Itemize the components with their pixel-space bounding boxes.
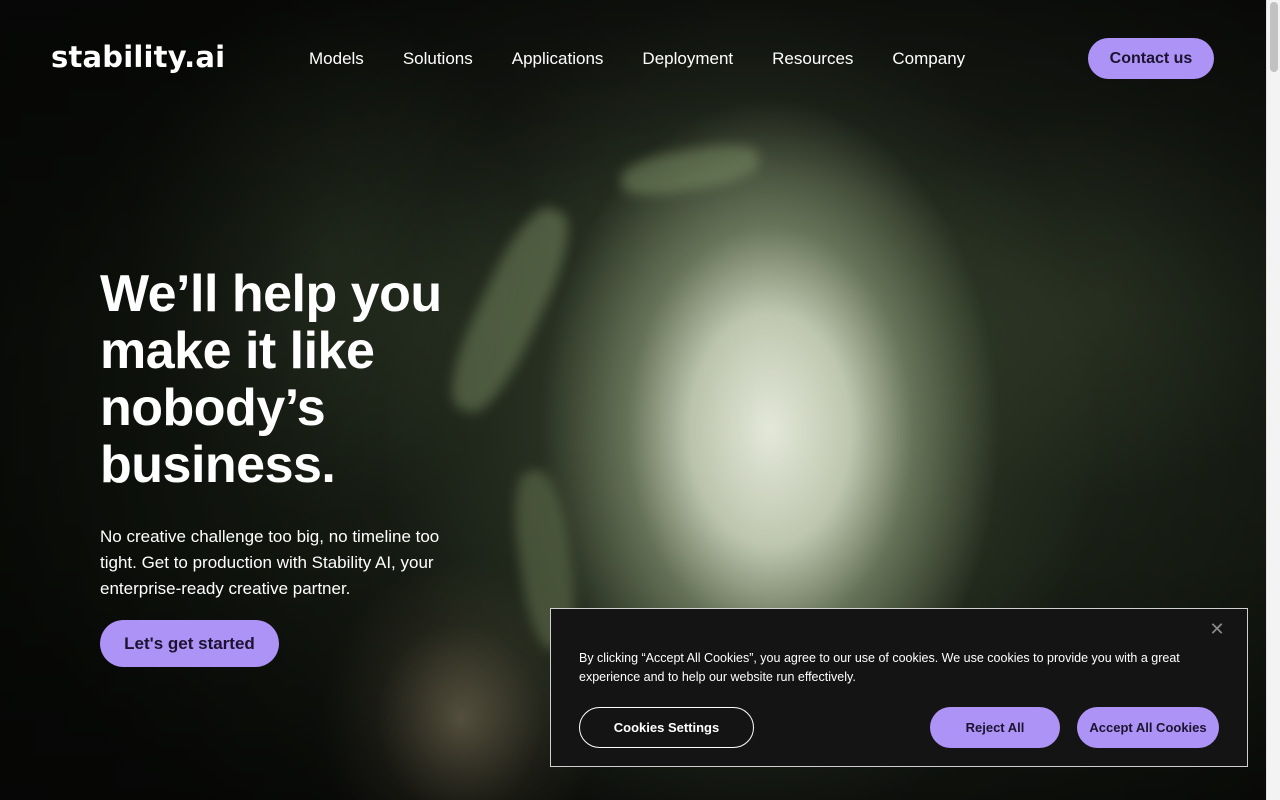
cookies-settings-button[interactable]: Cookies Settings [579, 707, 754, 748]
main-nav: Models Solutions Applications Deployment… [309, 48, 1004, 70]
nav-item-deployment[interactable]: Deployment [642, 48, 733, 70]
cookie-banner: ✕ By clicking “Accept All Cookies”, you … [550, 608, 1248, 767]
nav-item-models[interactable]: Models [309, 48, 364, 70]
accept-all-cookies-button[interactable]: Accept All Cookies [1077, 707, 1219, 748]
close-icon[interactable]: ✕ [1209, 620, 1225, 638]
cookie-banner-text: By clicking “Accept All Cookies”, you ag… [579, 651, 1180, 684]
page: stability.ai Models Solutions Applicatio… [0, 0, 1280, 800]
reject-all-button[interactable]: Reject All [930, 707, 1060, 748]
nav-item-resources[interactable]: Resources [772, 48, 853, 70]
scrollbar-thumb[interactable] [1270, 2, 1278, 72]
nav-item-solutions[interactable]: Solutions [403, 48, 473, 70]
nav-item-applications[interactable]: Applications [512, 48, 604, 70]
contact-us-button[interactable]: Contact us [1088, 38, 1214, 79]
hero-title: We’ll help you make it like nobody’s bus… [100, 265, 442, 494]
hero-subtitle: No creative challenge too big, no timeli… [100, 527, 440, 598]
get-started-button[interactable]: Let's get started [100, 620, 279, 667]
nav-item-company[interactable]: Company [892, 48, 965, 70]
page-scrollbar[interactable] [1266, 0, 1280, 800]
site-logo[interactable]: stability.ai [51, 40, 225, 74]
